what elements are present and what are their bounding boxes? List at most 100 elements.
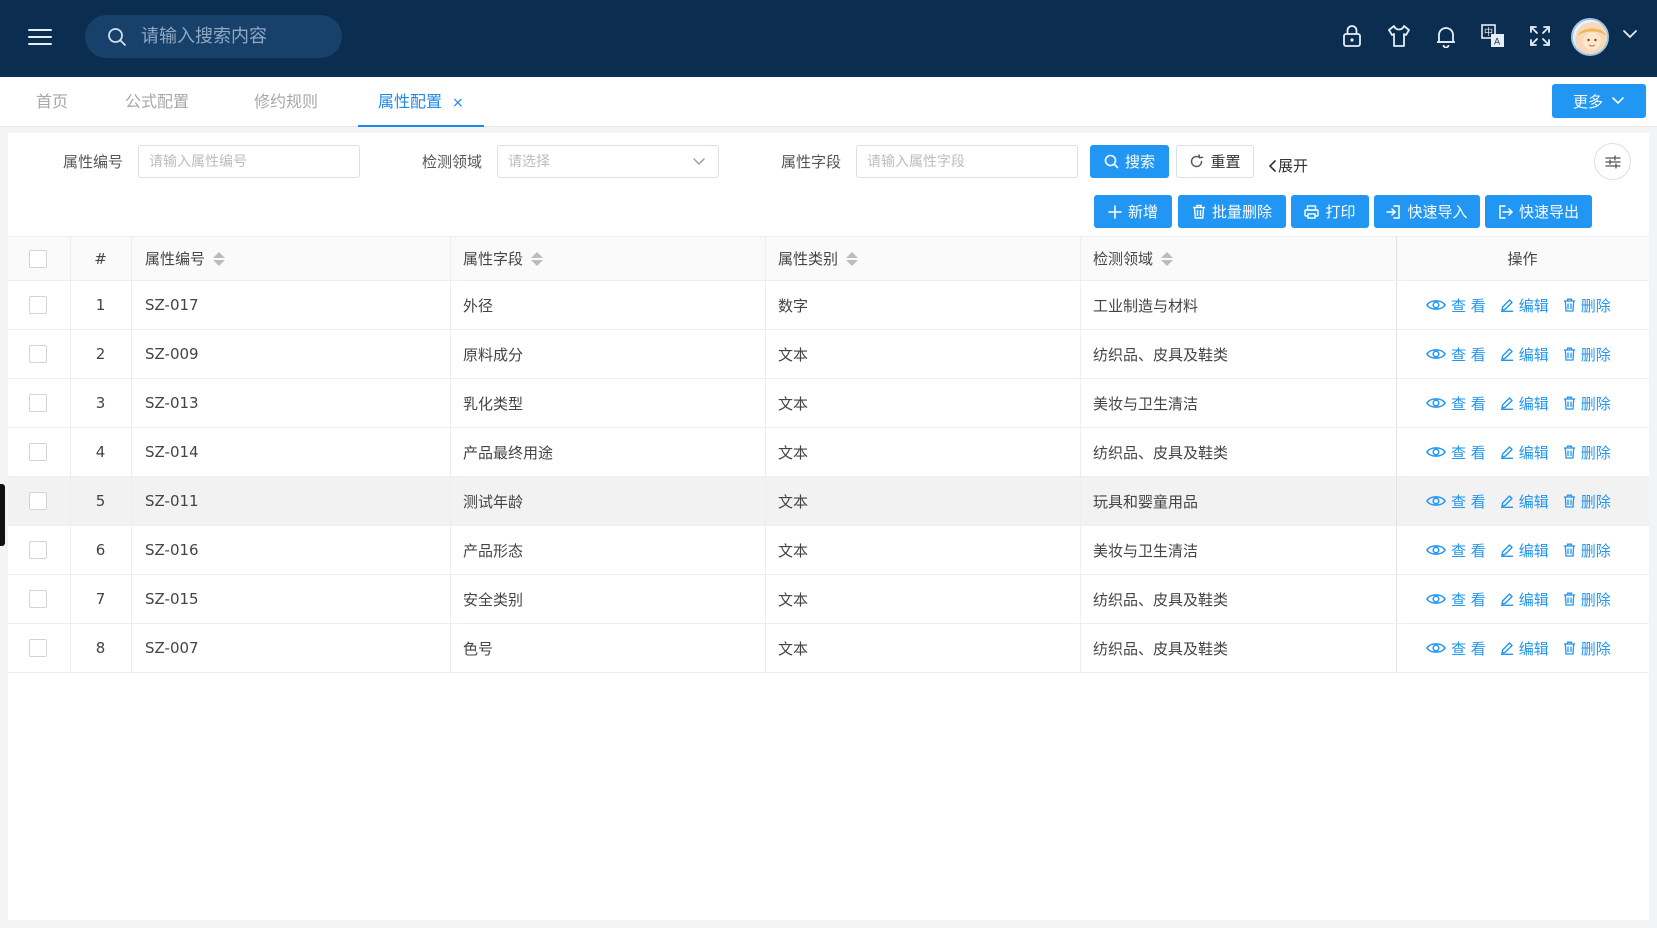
sort-icon[interactable] <box>213 251 226 266</box>
quick-export-button[interactable]: 快速导出 <box>1485 195 1592 228</box>
edit-button[interactable]: 编辑 <box>1500 540 1549 561</box>
view-button[interactable]: 查 看 <box>1426 638 1486 659</box>
edit-label: 编辑 <box>1518 590 1549 609</box>
row-checkbox[interactable] <box>29 394 47 412</box>
row-checkbox[interactable] <box>29 345 47 363</box>
sort-icon[interactable] <box>846 251 859 266</box>
chevron-down-icon[interactable] <box>1622 28 1638 44</box>
col-domain-label: 检测领域 <box>1093 250 1154 268</box>
table-row[interactable]: 6 SZ-016 产品形态 文本 美妆与卫生清洁 查 看 编辑 删除 <box>8 526 1649 575</box>
col-domain-header[interactable]: 检测领域 <box>1093 237 1174 280</box>
tab-home[interactable]: 首页 <box>36 77 68 127</box>
content-card: 属性编号 检测领域 属性字段 搜索 重置 展开 新增 批量删除 打印 快速导入 <box>8 133 1649 920</box>
pencil-icon <box>1500 544 1513 557</box>
filter-code-input[interactable] <box>149 153 359 170</box>
filter-code-field[interactable] <box>138 145 360 178</box>
row-checkbox[interactable] <box>29 443 47 461</box>
side-drawer-handle[interactable] <box>0 484 5 546</box>
fullscreen-icon[interactable] <box>1526 22 1554 50</box>
col-code-header[interactable]: 属性编号 <box>145 237 226 280</box>
filter-field-field[interactable] <box>856 145 1078 178</box>
view-button[interactable]: 查 看 <box>1426 393 1486 414</box>
table-row[interactable]: 4 SZ-014 产品最终用途 文本 纺织品、皮具及鞋类 查 看 编辑 删除 <box>8 428 1649 477</box>
add-button[interactable]: 新增 <box>1094 195 1172 228</box>
row-checkbox[interactable] <box>29 639 47 657</box>
hamburger-menu-icon[interactable] <box>26 25 54 49</box>
delete-label: 删除 <box>1580 541 1611 560</box>
row-select-cell <box>29 281 47 329</box>
close-icon[interactable]: × <box>452 95 464 111</box>
bell-icon[interactable] <box>1432 22 1460 50</box>
edit-button[interactable]: 编辑 <box>1500 393 1549 414</box>
view-button[interactable]: 查 看 <box>1426 589 1486 610</box>
edit-button[interactable]: 编辑 <box>1500 491 1549 512</box>
row-actions: 查 看 编辑 删除 <box>1426 477 1625 525</box>
table-row[interactable]: 3 SZ-013 乳化类型 文本 美妆与卫生清洁 查 看 编辑 删除 <box>8 379 1649 428</box>
delete-button[interactable]: 删除 <box>1563 393 1611 414</box>
view-button[interactable]: 查 看 <box>1426 295 1486 316</box>
expand-toggle[interactable]: 展开 <box>1268 149 1308 182</box>
row-checkbox[interactable] <box>29 590 47 608</box>
tab-rounding-rules[interactable]: 修约规则 <box>254 77 318 127</box>
view-button[interactable]: 查 看 <box>1426 442 1486 463</box>
table-row[interactable]: 7 SZ-015 安全类别 文本 纺织品、皮具及鞋类 查 看 编辑 删除 <box>8 575 1649 624</box>
print-button[interactable]: 打印 <box>1291 195 1369 228</box>
sort-icon[interactable] <box>531 251 544 266</box>
column-settings-button[interactable] <box>1594 143 1631 180</box>
translate-icon[interactable]: 中A <box>1479 22 1507 50</box>
col-category-header[interactable]: 属性类别 <box>778 237 859 280</box>
pencil-icon <box>1500 299 1513 312</box>
view-label: 查 看 <box>1451 394 1486 413</box>
avatar[interactable] <box>1571 18 1609 56</box>
col-ops-header: 操作 <box>1507 250 1538 268</box>
table-row[interactable]: 1 SZ-017 外径 数字 工业制造与材料 查 看 编辑 删除 <box>8 281 1649 330</box>
more-button[interactable]: 更多 <box>1552 84 1646 118</box>
global-search-input[interactable] <box>141 26 321 47</box>
chevron-down-icon <box>693 158 705 166</box>
row-index: 3 <box>95 394 106 412</box>
row-code: SZ-017 <box>145 296 199 314</box>
global-search[interactable] <box>85 15 342 58</box>
delete-button[interactable]: 删除 <box>1563 442 1611 463</box>
edit-button[interactable]: 编辑 <box>1500 589 1549 610</box>
delete-button[interactable]: 删除 <box>1563 344 1611 365</box>
view-button[interactable]: 查 看 <box>1426 344 1486 365</box>
edit-button[interactable]: 编辑 <box>1500 344 1549 365</box>
view-button[interactable]: 查 看 <box>1426 540 1486 561</box>
edit-button[interactable]: 编辑 <box>1500 638 1549 659</box>
row-checkbox[interactable] <box>29 296 47 314</box>
lock-icon[interactable] <box>1338 22 1366 50</box>
reset-button[interactable]: 重置 <box>1176 145 1254 178</box>
table-row[interactable]: 8 SZ-007 色号 文本 纺织品、皮具及鞋类 查 看 编辑 删除 <box>8 624 1649 673</box>
quick-import-button[interactable]: 快速导入 <box>1374 195 1480 228</box>
tab-attribute-config[interactable]: 属性配置 × <box>358 77 484 127</box>
table-row[interactable]: 2 SZ-009 原料成分 文本 纺织品、皮具及鞋类 查 看 编辑 删除 <box>8 330 1649 379</box>
row-checkbox[interactable] <box>29 541 47 559</box>
sort-icon[interactable] <box>1161 251 1174 266</box>
delete-button[interactable]: 删除 <box>1563 295 1611 316</box>
search-button[interactable]: 搜索 <box>1090 145 1169 178</box>
filter-domain-label: 检测领域 <box>422 153 483 171</box>
row-actions: 查 看 编辑 删除 <box>1426 575 1625 623</box>
view-button[interactable]: 查 看 <box>1426 491 1486 512</box>
edit-button[interactable]: 编辑 <box>1500 295 1549 316</box>
delete-button[interactable]: 删除 <box>1563 491 1611 512</box>
filter-code-label: 属性编号 <box>63 153 124 171</box>
batch-delete-button[interactable]: 批量删除 <box>1178 195 1286 228</box>
export-label: 快速导出 <box>1518 203 1579 221</box>
filter-field-input[interactable] <box>867 153 1077 170</box>
col-field-header[interactable]: 属性字段 <box>463 237 544 280</box>
delete-button[interactable]: 删除 <box>1563 589 1611 610</box>
table-row[interactable]: 5 SZ-011 测试年龄 文本 玩具和婴童用品 查 看 编辑 删除 <box>8 477 1649 526</box>
select-all-checkbox[interactable] <box>29 249 47 268</box>
row-domain: 玩具和婴童用品 <box>1093 492 1199 511</box>
edit-button[interactable]: 编辑 <box>1500 442 1549 463</box>
row-code: SZ-015 <box>145 590 199 608</box>
filter-domain-input[interactable] <box>508 153 718 170</box>
filter-domain-select[interactable] <box>497 145 719 178</box>
row-checkbox[interactable] <box>29 492 47 510</box>
delete-button[interactable]: 删除 <box>1563 638 1611 659</box>
tab-formula-config[interactable]: 公式配置 <box>125 77 189 127</box>
shirt-icon[interactable] <box>1385 22 1413 50</box>
delete-button[interactable]: 删除 <box>1563 540 1611 561</box>
